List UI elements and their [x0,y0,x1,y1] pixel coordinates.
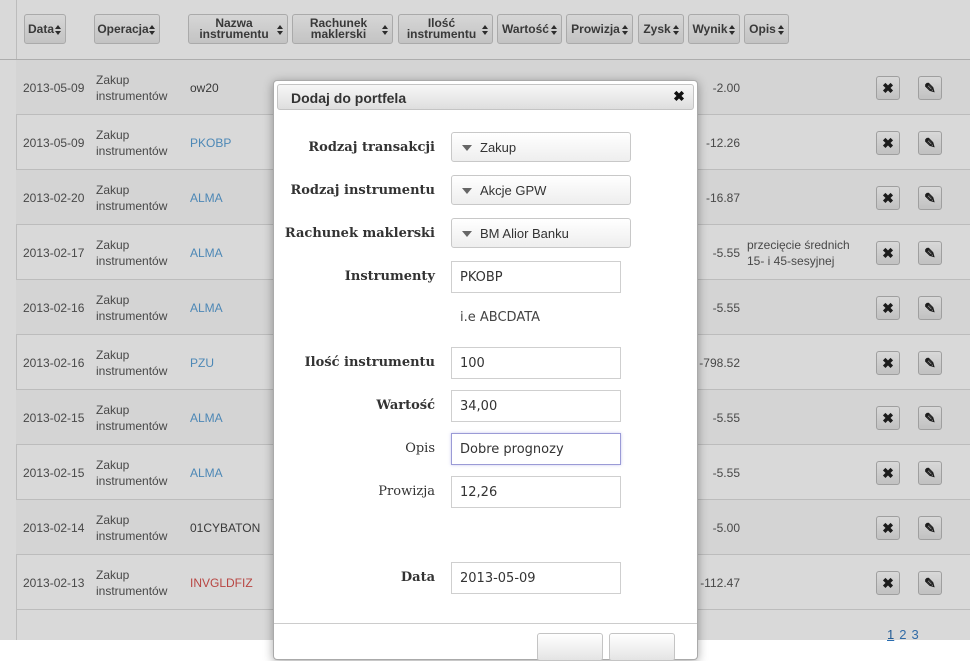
add-to-portfolio-dialog: Dodaj do portfela ✖ Rodzaj transakcji Za… [273,80,698,661]
instrument-hint: i.e ABCDATA [460,310,541,325]
dialog-button-secondary[interactable] [609,633,675,661]
select-value: Akcje GPW [480,182,547,198]
label-ilosc: Ilość instrumentu [304,355,435,370]
input-instrumenty[interactable] [451,261,621,293]
dialog-button-primary[interactable] [537,633,603,661]
chevron-down-icon [462,231,472,237]
label-rachunek: Rachunek maklerski [284,226,435,241]
input-data[interactable] [451,562,621,594]
dialog-titlebar: Dodaj do portfela ✖ [277,84,694,110]
input-prowizja[interactable] [451,476,621,508]
label-instrumenty: Instrumenty [344,269,435,284]
dialog-footer-divider [274,623,697,624]
label-rodzaj-transakcji: Rodzaj transakcji [308,140,435,155]
select-value: BM Alior Banku [480,225,569,241]
label-prowizja: Prowizja [378,484,435,499]
chevron-down-icon [462,188,472,194]
label-data: Data [400,570,435,585]
select-rachunek[interactable]: BM Alior Banku [451,218,631,248]
select-rodzaj-transakcji[interactable]: Zakup [451,132,631,162]
label-opis: Opis [405,441,435,456]
chevron-down-icon [462,145,472,151]
label-rodzaj-instrumentu: Rodzaj instrumentu [290,183,435,198]
portfolio-page: Data Operacja Nazwa instrumentu Rachunek… [0,0,970,661]
input-opis[interactable] [451,433,621,465]
select-value: Zakup [480,139,517,155]
close-icon[interactable]: ✖ [671,88,687,104]
label-wartosc: Wartość [376,398,435,413]
input-wartosc[interactable] [451,390,621,422]
input-ilosc[interactable] [451,347,621,379]
select-rodzaj-instrumentu[interactable]: Akcje GPW [451,175,631,205]
dialog-title: Dodaj do portfela [291,90,407,106]
